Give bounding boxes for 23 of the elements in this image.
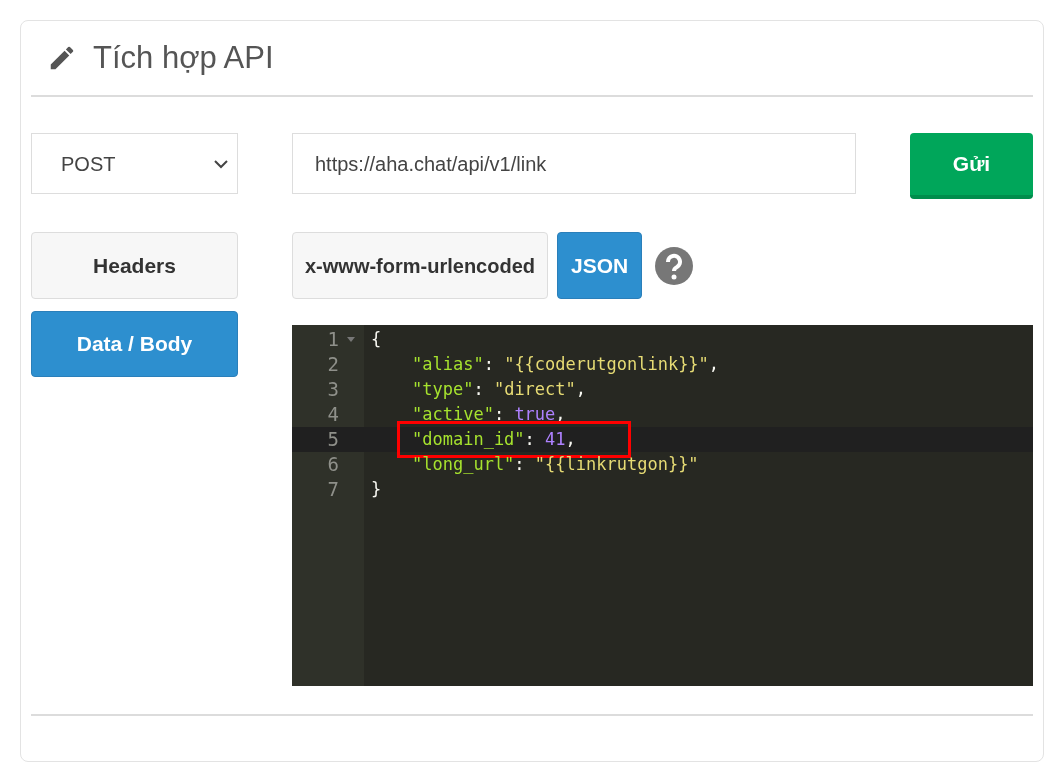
chevron-down-icon: [213, 158, 229, 169]
line-number: 2: [326, 352, 339, 378]
line-number: 1: [326, 327, 339, 353]
code-line: {: [371, 327, 382, 351]
code-line: "type": "direct",: [412, 377, 587, 401]
line-number: 3: [326, 377, 339, 403]
panel-title: Tích hợp API: [93, 38, 274, 77]
body-type-tab[interactable]: x-www-form-urlencoded: [292, 232, 548, 299]
line-number: 5: [326, 427, 339, 453]
section-tab[interactable]: Headers: [31, 232, 238, 299]
section-tab[interactable]: Data / Body: [31, 311, 238, 377]
code-line: "domain_id": 41,: [412, 427, 576, 451]
code-line: "alias": "{{coderutgonlink}}",: [412, 352, 720, 376]
line-number: 4: [326, 402, 339, 428]
line-number: 7: [326, 477, 339, 503]
body-type-tab[interactable]: JSON: [557, 232, 643, 299]
line-number: 6: [326, 452, 339, 478]
fold-arrow-icon: [347, 336, 355, 343]
url-field[interactable]: https://aha.chat/api/v1/link: [292, 133, 856, 194]
code-line: }: [371, 477, 382, 501]
method-select[interactable]: POST: [31, 133, 238, 194]
code-line: "long_url": "{{linkrutgon}}": [412, 452, 699, 476]
help-icon[interactable]: [655, 246, 694, 285]
